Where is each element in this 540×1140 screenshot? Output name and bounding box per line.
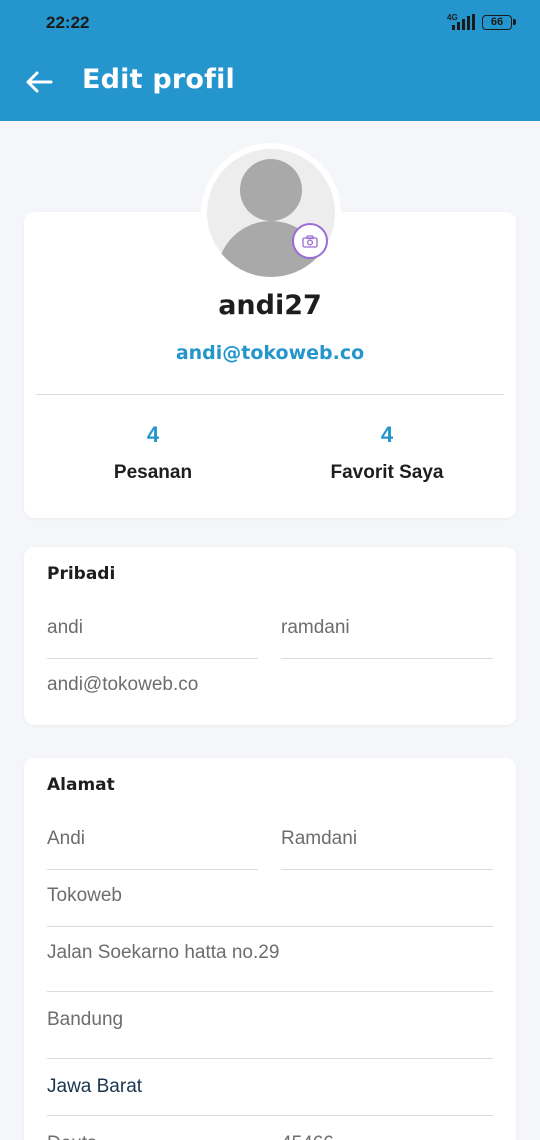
last-name-field[interactable]: ramdani [281, 613, 493, 659]
battery-icon: 66 [482, 15, 516, 30]
company-field[interactable]: Tokoweb [47, 881, 493, 927]
postcode-field[interactable]: 45466 [281, 1129, 493, 1140]
address-first-name-field[interactable]: Andi [47, 824, 258, 870]
province-select[interactable]: Jawa Barat [47, 1072, 493, 1116]
signal-icon [452, 14, 475, 30]
country-field[interactable]: Deuts [47, 1129, 258, 1140]
profile-username: andi27 [218, 290, 322, 321]
stat-orders-label: Pesanan [113, 462, 193, 483]
divider [36, 394, 504, 395]
first-name-field[interactable]: andi [47, 613, 258, 659]
section-title-personal: Pribadi [47, 564, 116, 584]
app-bar: Edit profil [0, 48, 540, 121]
street-field[interactable]: Jalan Soekarno hatta no.29 [47, 938, 493, 992]
page-title: Edit profil [82, 64, 235, 95]
email-field[interactable]: andi@tokoweb.co [47, 670, 493, 716]
profile-email: andi@tokoweb.co [175, 342, 365, 364]
stat-orders[interactable]: 4 Pesanan [43, 422, 263, 484]
change-photo-button[interactable] [292, 223, 328, 259]
status-bar: 22:22 4G 66 [0, 0, 540, 48]
address-card: Alamat Andi Ramdani Tokoweb Jalan Soekar… [24, 758, 516, 1140]
personal-info-card: Pribadi andi ramdani andi@tokoweb.co [24, 547, 516, 725]
address-last-name-field[interactable]: Ramdani [281, 824, 493, 870]
stat-orders-value: 4 [146, 422, 160, 447]
status-time: 22:22 [46, 13, 90, 32]
section-title-address: Alamat [47, 775, 115, 795]
stat-favorites-value: 4 [380, 422, 394, 447]
city-field[interactable]: Bandung [47, 1005, 493, 1059]
camera-icon [302, 234, 318, 248]
stat-favorites[interactable]: 4 Favorit Saya [277, 422, 497, 484]
back-arrow-icon[interactable] [22, 65, 56, 99]
avatar[interactable] [201, 143, 341, 283]
stat-favorites-label: Favorit Saya [330, 462, 444, 483]
